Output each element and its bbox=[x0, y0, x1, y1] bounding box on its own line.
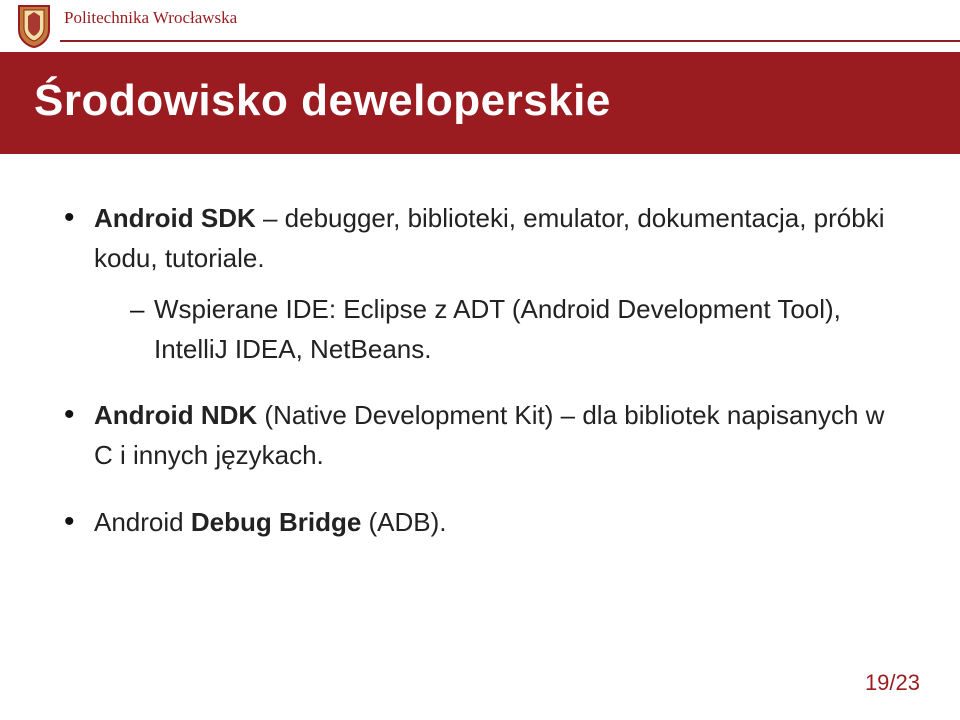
slide-body: Android SDK – debugger, biblioteki, emul… bbox=[0, 154, 960, 542]
bullet-2: Android NDK (Native Development Kit) – d… bbox=[64, 395, 896, 476]
bullet-3: Android Debug Bridge (ADB). bbox=[64, 502, 896, 542]
bullet-1: Android SDK – debugger, biblioteki, emul… bbox=[64, 198, 896, 369]
bullet-1-sub-1-text: Wspierane IDE: Eclipse z ADT (Android De… bbox=[154, 294, 841, 364]
bullet-3-bold: Debug Bridge bbox=[191, 507, 361, 537]
page-number: 19/23 bbox=[865, 670, 920, 696]
slide-title: Środowisko deweloperskie bbox=[34, 76, 926, 126]
institution-name: Politechnika Wrocławska bbox=[64, 8, 237, 28]
university-shield-icon bbox=[16, 4, 52, 48]
bullet-1-bold: Android SDK bbox=[94, 203, 256, 233]
header-divider bbox=[60, 40, 960, 42]
top-bar: Politechnika Wrocławska bbox=[0, 0, 960, 48]
bullet-3-pre: Android bbox=[94, 507, 191, 537]
title-band: Środowisko deweloperskie bbox=[0, 52, 960, 154]
slide: Politechnika Wrocławska Środowisko dewel… bbox=[0, 0, 960, 720]
bullet-1-sub-1: Wspierane IDE: Eclipse z ADT (Android De… bbox=[130, 289, 896, 370]
bullet-3-text: (ADB). bbox=[361, 507, 446, 537]
bullet-2-bold: Android NDK bbox=[94, 400, 257, 430]
